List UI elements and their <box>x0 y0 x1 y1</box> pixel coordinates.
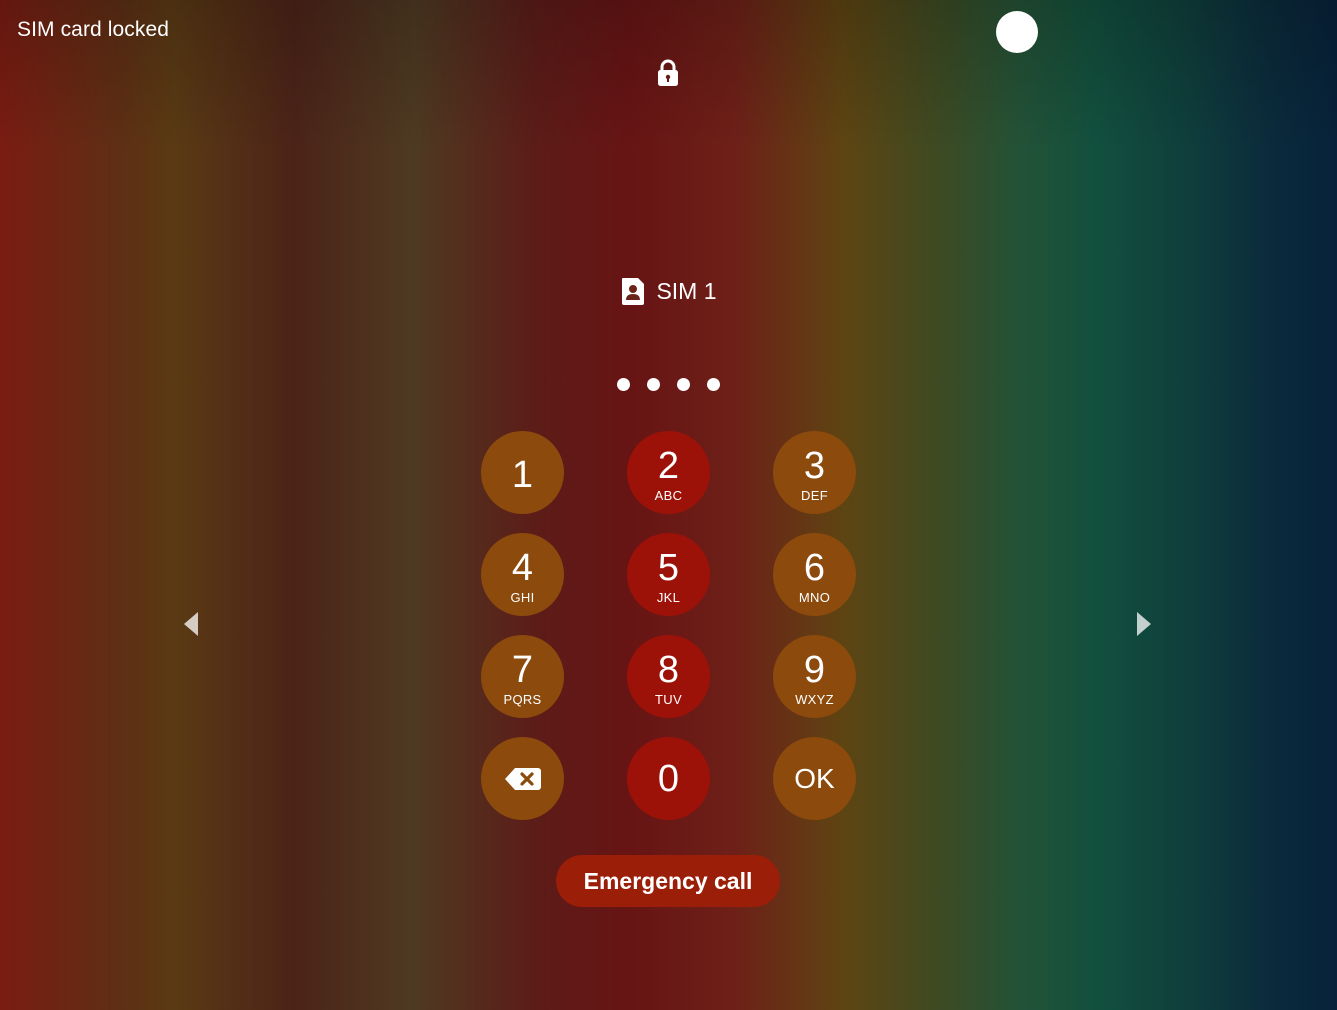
key-letters: DEF <box>801 487 828 503</box>
backspace-button[interactable] <box>481 737 564 820</box>
key-1[interactable]: 1 <box>481 431 564 514</box>
key-digit: 8 <box>657 648 680 691</box>
key-letters: JKL <box>656 589 681 605</box>
key-3[interactable]: 3 DEF <box>773 431 856 514</box>
sim-lock-screen: SIM card locked SIM 1 1 2 ABC 3 DEF 4 GH… <box>0 0 1337 1010</box>
lock-icon <box>658 59 678 86</box>
key-letters: PQRS <box>503 691 542 707</box>
key-letters: GHI <box>510 589 535 605</box>
pin-dot <box>647 378 660 391</box>
key-0[interactable]: 0 <box>627 737 710 820</box>
ok-label: OK <box>794 762 835 794</box>
backspace-icon <box>504 767 541 790</box>
emergency-call-button[interactable]: Emergency call <box>556 855 780 907</box>
key-digit: 9 <box>803 648 826 691</box>
key-letters: MNO <box>798 589 831 605</box>
status-indicator-dot <box>996 11 1038 53</box>
key-9[interactable]: 9 WXYZ <box>773 635 856 718</box>
pin-dot <box>677 378 690 391</box>
key-digit: 0 <box>657 757 680 800</box>
sim-indicator: SIM 1 <box>0 276 1337 306</box>
ok-button[interactable]: OK <box>773 737 856 820</box>
pin-entry-dots <box>0 378 1337 391</box>
key-digit: 2 <box>657 444 680 487</box>
sim-label: SIM 1 <box>656 277 717 304</box>
key-4[interactable]: 4 GHI <box>481 533 564 616</box>
key-7[interactable]: 7 PQRS <box>481 635 564 718</box>
key-digit: 6 <box>803 546 826 589</box>
key-digit: 3 <box>803 444 826 487</box>
arrow-right-icon[interactable] <box>1135 610 1153 638</box>
key-digit: 7 <box>511 648 534 691</box>
pin-dot <box>707 378 720 391</box>
key-digit: 4 <box>511 546 534 589</box>
key-letters: ABC <box>654 487 683 503</box>
sim-card-icon <box>622 278 645 305</box>
pin-dot <box>617 378 630 391</box>
key-2[interactable]: 2 ABC <box>627 431 710 514</box>
key-letters: WXYZ <box>795 691 834 707</box>
key-digit: 1 <box>511 453 534 496</box>
key-5[interactable]: 5 JKL <box>627 533 710 616</box>
arrow-left-icon[interactable] <box>182 610 200 638</box>
key-letters: TUV <box>655 691 682 707</box>
key-8[interactable]: 8 TUV <box>627 635 710 718</box>
key-6[interactable]: 6 MNO <box>773 533 856 616</box>
status-carrier-text: SIM card locked <box>17 18 170 41</box>
key-digit: 5 <box>657 546 680 589</box>
